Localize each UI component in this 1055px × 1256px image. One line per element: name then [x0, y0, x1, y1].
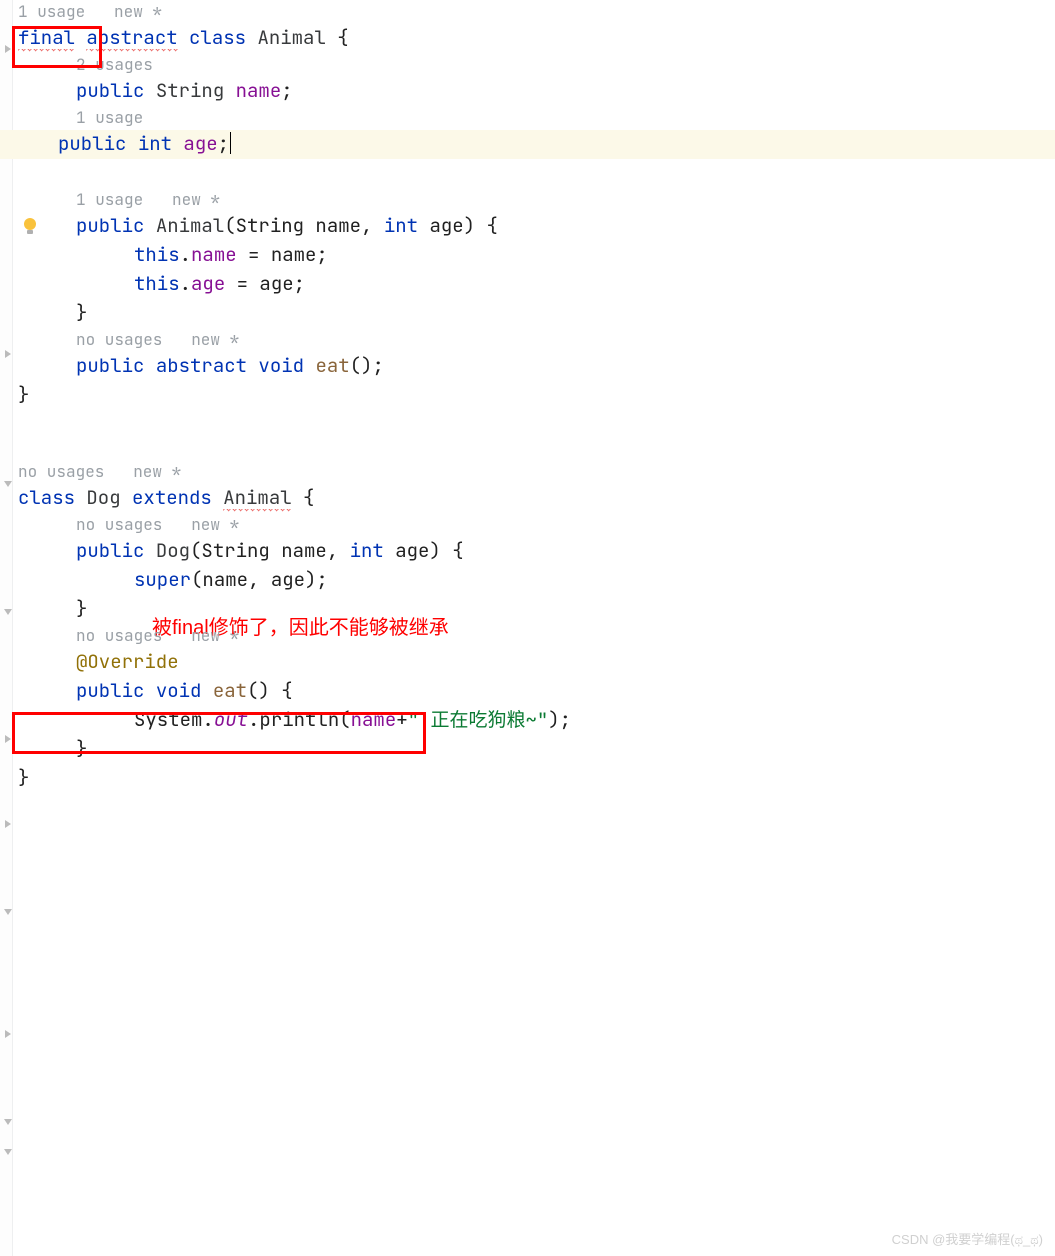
- code-line[interactable]: public Dog(String name, int age) {: [18, 537, 1055, 566]
- fold-marker-end[interactable]: [4, 480, 12, 488]
- inlay-hint: 2 usages: [18, 53, 1055, 77]
- code-line[interactable]: @Override: [18, 648, 1055, 677]
- inlay-hint: 1 usage new *: [18, 188, 1055, 212]
- inlay-hint: 1 usage: [18, 106, 1055, 130]
- fold-marker-end[interactable]: [4, 608, 12, 616]
- highlight-box-class-dog: [12, 712, 426, 754]
- code-line[interactable]: }: [18, 381, 1055, 410]
- watermark: CSDN @我要学编程(ಥ_ಥ): [892, 1231, 1043, 1250]
- code-line[interactable]: final abstract class Animal {: [18, 24, 1055, 53]
- fold-marker[interactable]: [4, 1030, 12, 1038]
- text-cursor: [230, 132, 231, 154]
- code-line[interactable]: public String name;: [18, 77, 1055, 106]
- code-line-blank[interactable]: [18, 159, 1055, 188]
- inlay-hint: no usages new *: [18, 328, 1055, 352]
- code-line[interactable]: class Dog extends Animal {: [18, 484, 1055, 513]
- fold-marker-end[interactable]: [4, 908, 12, 916]
- inlay-hint: no usages new *: [18, 624, 1055, 648]
- code-line[interactable]: public Animal(String name, int age) {: [18, 212, 1055, 241]
- fold-marker[interactable]: [4, 350, 12, 358]
- fold-marker-end[interactable]: [4, 1148, 12, 1156]
- fold-marker[interactable]: [4, 45, 12, 53]
- inlay-hint: no usages new *: [18, 460, 1055, 484]
- fold-marker[interactable]: [4, 735, 12, 743]
- code-line[interactable]: public abstract void eat();: [18, 352, 1055, 381]
- code-line[interactable]: }: [18, 299, 1055, 328]
- code-editor[interactable]: 1 usage new * final abstract class Anima…: [18, 0, 1055, 793]
- code-line-current[interactable]: public int age;: [0, 130, 1055, 159]
- code-line[interactable]: }: [18, 764, 1055, 793]
- code-line[interactable]: }: [18, 595, 1055, 624]
- inlay-hint: 1 usage new *: [18, 0, 1055, 24]
- code-line[interactable]: this.age = age;: [18, 270, 1055, 299]
- highlight-box-final: [12, 26, 102, 68]
- intention-bulb-icon[interactable]: [20, 216, 40, 236]
- fold-marker[interactable]: [4, 820, 12, 828]
- code-line[interactable]: public void eat() {: [18, 677, 1055, 706]
- code-line[interactable]: super(name, age);: [18, 566, 1055, 595]
- inlay-hint: no usages new *: [18, 513, 1055, 537]
- fold-marker-end[interactable]: [4, 1118, 12, 1126]
- code-line-blank[interactable]: [18, 410, 1055, 460]
- editor-gutter: [0, 0, 13, 1256]
- code-line[interactable]: this.name = name;: [18, 241, 1055, 270]
